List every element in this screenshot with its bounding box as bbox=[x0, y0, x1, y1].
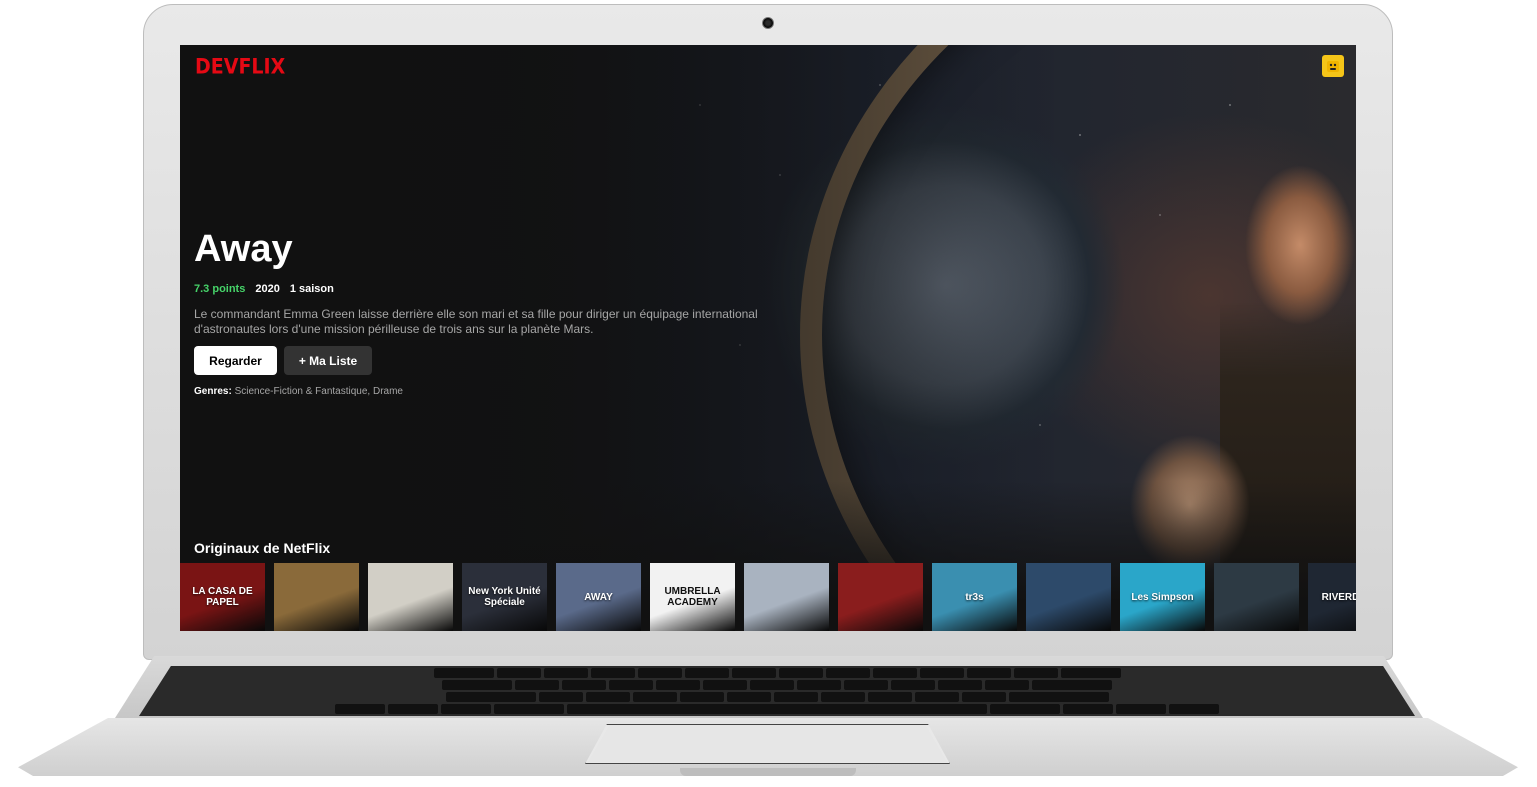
app-logo[interactable]: DEVFLIX bbox=[195, 55, 285, 79]
poster-item[interactable]: LA CASA DE PAPEL bbox=[180, 563, 265, 631]
poster-label: AWAY bbox=[584, 591, 613, 603]
hero-rating: 7.3 points bbox=[194, 283, 246, 295]
hero-meta: 7.3 points 2020 1 saison bbox=[194, 283, 334, 295]
genres-value: Science-Fiction & Fantastique, Drame bbox=[234, 386, 403, 397]
trackpad-surface bbox=[588, 725, 947, 762]
watch-button[interactable]: Regarder bbox=[194, 346, 277, 375]
poster-item[interactable] bbox=[744, 563, 829, 631]
hero-genres: Genres: Science-Fiction & Fantastique, D… bbox=[194, 386, 403, 397]
poster-item[interactable]: RIVERDALE bbox=[1308, 563, 1356, 631]
poster-label bbox=[879, 595, 883, 599]
laptop-notch bbox=[680, 768, 856, 776]
poster-label: UMBRELLA ACADEMY bbox=[664, 586, 721, 608]
hero-actions: Regarder + Ma Liste bbox=[194, 346, 372, 375]
poster-item[interactable] bbox=[274, 563, 359, 631]
poster-item[interactable]: tr3s bbox=[932, 563, 1017, 631]
hero-seasons: 1 saison bbox=[289, 283, 334, 295]
poster-item[interactable] bbox=[838, 563, 923, 631]
poster-item[interactable]: Les Simpson bbox=[1120, 563, 1205, 631]
row-title: Originaux de NetFlix bbox=[194, 540, 331, 556]
webcam-icon bbox=[762, 17, 774, 29]
hero-year: 2020 bbox=[255, 283, 280, 295]
hero-title: Away bbox=[194, 228, 293, 270]
poster-item[interactable] bbox=[368, 563, 453, 631]
poster-item[interactable] bbox=[1214, 563, 1299, 631]
poster-item[interactable] bbox=[1026, 563, 1111, 631]
app-screen: DEVFLIX Away 7.3 points 2020 1 saison Le… bbox=[180, 45, 1356, 631]
poster-label: Les Simpson bbox=[1131, 591, 1194, 603]
poster-label bbox=[315, 595, 319, 599]
poster-label: New York Unité Spéciale bbox=[468, 586, 541, 608]
hero-description: Le commandant Emma Green laisse derrière… bbox=[194, 307, 758, 336]
poster-label bbox=[1255, 595, 1259, 599]
poster-label: LA CASA DE PAPEL bbox=[192, 586, 253, 608]
poster-label bbox=[785, 595, 789, 599]
poster-item[interactable]: New York Unité Spéciale bbox=[462, 563, 547, 631]
poster-row: LA CASA DE PAPEL New York Unité Spéciale… bbox=[180, 563, 1356, 631]
poster-label bbox=[409, 595, 413, 599]
poster-label bbox=[1067, 595, 1071, 599]
add-to-list-button[interactable]: + Ma Liste bbox=[284, 346, 372, 375]
poster-label: RIVERDALE bbox=[1321, 591, 1356, 603]
keyboard bbox=[139, 666, 1415, 716]
laptop-base bbox=[0, 652, 1537, 782]
poster-item[interactable]: AWAY bbox=[556, 563, 641, 631]
poster-item[interactable]: UMBRELLA ACADEMY bbox=[650, 563, 735, 631]
poster-label: tr3s bbox=[965, 591, 984, 603]
user-avatar-icon[interactable] bbox=[1322, 55, 1344, 77]
avatar-face-icon bbox=[1327, 61, 1339, 72]
genres-label: Genres: bbox=[194, 386, 232, 397]
